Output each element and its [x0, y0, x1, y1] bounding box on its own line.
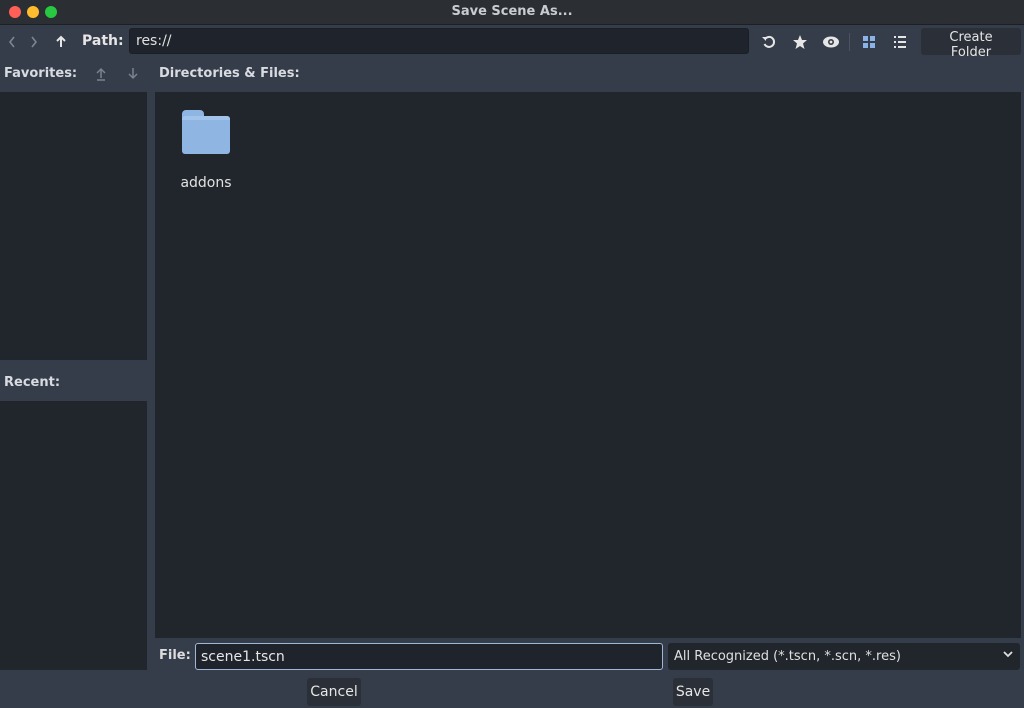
save-button[interactable]: Save	[673, 678, 713, 706]
path-toolbar: Path: Create Folder	[0, 28, 1024, 60]
recent-label: Recent:	[4, 375, 61, 390]
file-filter-value: All Recognized (*.tscn, *.scn, *.res)	[674, 649, 901, 664]
path-input[interactable]	[129, 28, 749, 54]
favorites-list[interactable]	[0, 92, 147, 360]
list-icon[interactable]	[888, 30, 912, 54]
chevron-left-icon[interactable]	[0, 30, 24, 54]
move-up-icon[interactable]	[92, 66, 110, 82]
create-folder-button[interactable]: Create Folder	[921, 28, 1021, 60]
eye-icon[interactable]	[819, 30, 843, 54]
star-icon[interactable]	[788, 30, 812, 54]
folder-icon	[182, 110, 230, 154]
path-label: Path:	[82, 33, 124, 49]
file-filter-select[interactable]: All Recognized (*.tscn, *.scn, *.res)	[668, 643, 1020, 670]
file-item-addons[interactable]: addons	[170, 106, 242, 196]
recent-list[interactable]	[0, 401, 147, 670]
files-grid[interactable]	[155, 92, 1021, 638]
window-title: Save Scene As...	[451, 4, 573, 19]
files-heading: Directories & Files:	[159, 66, 300, 81]
cancel-button[interactable]: Cancel	[307, 678, 361, 706]
toolbar-separator	[849, 33, 850, 51]
refresh-icon[interactable]	[757, 30, 781, 54]
chevron-right-icon[interactable]	[22, 30, 46, 54]
chevron-down-icon	[1002, 648, 1014, 663]
grid-icon[interactable]	[857, 30, 881, 54]
file-label: File:	[159, 648, 191, 663]
file-name-input[interactable]	[195, 643, 663, 670]
move-down-icon[interactable]	[124, 66, 142, 82]
file-item-label: addons	[180, 175, 232, 191]
title-bar: Save Scene As...	[0, 0, 1024, 25]
favorites-label: Favorites:	[4, 66, 78, 81]
arrow-up-icon[interactable]	[49, 30, 73, 54]
